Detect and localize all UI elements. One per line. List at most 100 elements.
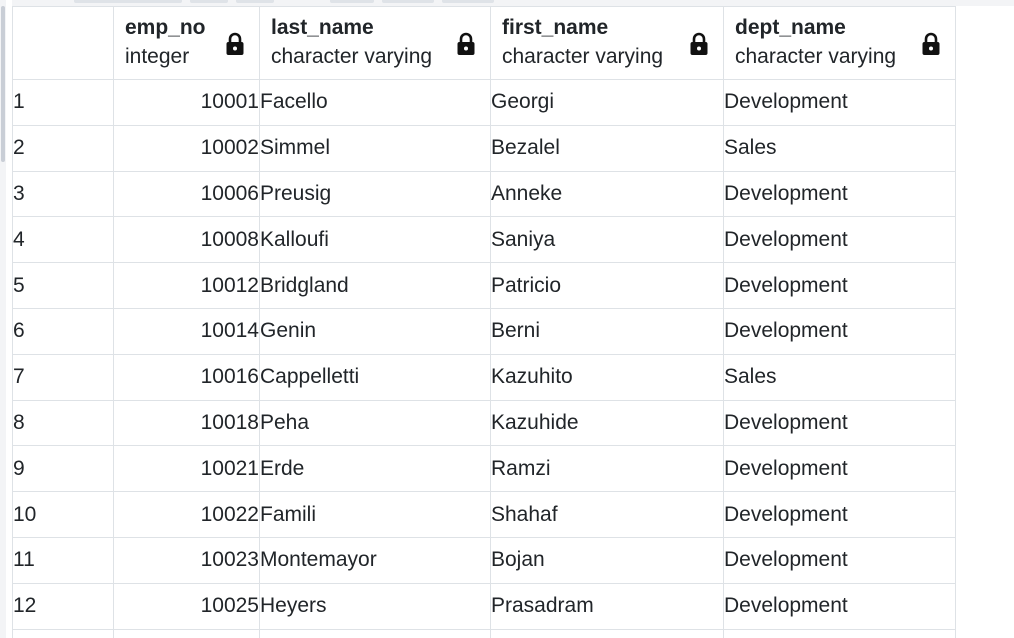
column-type: character varying	[502, 45, 664, 68]
cell-last-name[interactable]: Simmel	[259, 124, 491, 172]
cell-last-name[interactable]: Genin	[259, 307, 491, 355]
toolbar-segment[interactable]	[442, 0, 494, 3]
cell-last-name[interactable]: Heyers	[259, 582, 491, 630]
cell-dept-name[interactable]: Development	[723, 170, 956, 218]
table-row[interactable]: 8 10018 Peha Kazuhide Development	[12, 399, 956, 447]
cell-last-name[interactable]: Erde	[259, 445, 491, 493]
table-row-partial[interactable]	[12, 628, 956, 638]
cell-emp-no[interactable]: 10001	[113, 79, 260, 126]
row-number[interactable]: 1	[12, 79, 114, 126]
cell-first-name[interactable]: Kazuhito	[490, 353, 724, 401]
cell-dept-name[interactable]: Sales	[723, 353, 956, 401]
table-row[interactable]: 3 10006 Preusig Anneke Development	[12, 170, 956, 218]
cell-first-name[interactable]: Berni	[490, 307, 724, 355]
row-number[interactable]: 12	[12, 582, 114, 630]
cell-first-name[interactable]: Anneke	[490, 170, 724, 218]
row-number[interactable]: 2	[12, 124, 114, 172]
cell-dept-name[interactable]: Development	[723, 582, 956, 630]
cell-dept-name[interactable]: Development	[723, 536, 956, 584]
cell-last-name[interactable]: Bridgland	[259, 262, 491, 309]
cell-dept-name[interactable]	[723, 628, 956, 638]
cell-emp-no[interactable]: 10012	[113, 262, 260, 309]
column-header-last-name[interactable]: last_name character varying	[259, 6, 491, 80]
cell-emp-no[interactable]: 10002	[113, 124, 260, 172]
vertical-scrollbar[interactable]	[0, 0, 6, 638]
row-number[interactable]: 11	[12, 536, 114, 584]
cell-last-name[interactable]: Facello	[259, 79, 491, 126]
cell-emp-no[interactable]: 10016	[113, 353, 260, 401]
cell-dept-name[interactable]: Development	[723, 79, 956, 126]
column-header-dept-name[interactable]: dept_name character varying	[723, 6, 956, 80]
row-number[interactable]: 4	[12, 216, 114, 264]
header-row: emp_no integer last_name character varyi…	[12, 6, 956, 80]
cell-first-name[interactable]	[490, 628, 724, 638]
table-row[interactable]: 11 10023 Montemayor Bojan Development	[12, 536, 956, 584]
cell-emp-no[interactable]: 10006	[113, 170, 260, 218]
table-row[interactable]: 2 10002 Simmel Bezalel Sales	[12, 124, 956, 172]
cell-first-name[interactable]: Saniya	[490, 216, 724, 264]
row-number-header[interactable]	[12, 6, 114, 80]
row-number[interactable]: 7	[12, 353, 114, 401]
column-header-first-name[interactable]: first_name character varying	[490, 6, 724, 80]
cell-last-name[interactable]: Kalloufi	[259, 216, 491, 264]
cell-first-name[interactable]: Prasadram	[490, 582, 724, 630]
toolbar-segment[interactable]	[236, 0, 274, 3]
cell-first-name[interactable]: Shahaf	[490, 491, 724, 538]
cell-emp-no[interactable]: 10025	[113, 582, 260, 630]
cell-first-name[interactable]: Bezalel	[490, 124, 724, 172]
row-number[interactable]: 3	[12, 170, 114, 218]
column-type: integer	[125, 45, 190, 68]
cell-last-name[interactable]: Peha	[259, 399, 491, 447]
table-row[interactable]: 12 10025 Heyers Prasadram Development	[12, 582, 956, 630]
table-row[interactable]: 4 10008 Kalloufi Saniya Development	[12, 216, 956, 264]
cell-last-name[interactable]: Famili	[259, 491, 491, 538]
table-row[interactable]: 10 10022 Famili Shahaf Development	[12, 491, 956, 538]
row-number[interactable]: 10	[12, 491, 114, 538]
table-row[interactable]: 6 10014 Genin Berni Development	[12, 307, 956, 355]
cell-last-name[interactable]: Preusig	[259, 170, 491, 218]
lock-icon	[922, 32, 940, 55]
cell-emp-no[interactable]: 10022	[113, 491, 260, 538]
cell-emp-no[interactable]	[113, 628, 260, 638]
cell-first-name[interactable]: Patricio	[490, 262, 724, 309]
cell-emp-no[interactable]: 10014	[113, 307, 260, 355]
cell-last-name[interactable]: Cappelletti	[259, 353, 491, 401]
cell-dept-name[interactable]: Development	[723, 399, 956, 447]
cell-emp-no[interactable]: 10021	[113, 445, 260, 493]
column-name: first_name	[502, 16, 609, 39]
cell-first-name[interactable]: Georgi	[490, 79, 724, 126]
toolbar-segment[interactable]	[190, 0, 228, 3]
lock-icon	[457, 32, 475, 55]
column-name: dept_name	[735, 16, 846, 39]
table-row[interactable]: 7 10016 Cappelletti Kazuhito Sales	[12, 353, 956, 401]
cell-dept-name[interactable]: Development	[723, 307, 956, 355]
table-row[interactable]: 9 10021 Erde Ramzi Development	[12, 445, 956, 493]
cell-emp-no[interactable]: 10018	[113, 399, 260, 447]
row-number[interactable]: 8	[12, 399, 114, 447]
table-row[interactable]: 1 10001 Facello Georgi Development	[12, 79, 956, 126]
cell-emp-no[interactable]: 10023	[113, 536, 260, 584]
cell-first-name[interactable]: Bojan	[490, 536, 724, 584]
row-number[interactable]: 6	[12, 307, 114, 355]
column-type: character varying	[271, 45, 433, 68]
vertical-scrollbar-thumb[interactable]	[1, 6, 5, 162]
table-row[interactable]: 5 10012 Bridgland Patricio Development	[12, 262, 956, 309]
toolbar-segment[interactable]	[74, 0, 182, 3]
cell-emp-no[interactable]: 10008	[113, 216, 260, 264]
row-number[interactable]: 9	[12, 445, 114, 493]
cell-dept-name[interactable]: Development	[723, 262, 956, 309]
lock-icon	[226, 32, 244, 55]
cell-dept-name[interactable]: Development	[723, 491, 956, 538]
cell-dept-name[interactable]: Sales	[723, 124, 956, 172]
cell-dept-name[interactable]: Development	[723, 445, 956, 493]
row-number[interactable]	[12, 628, 114, 638]
row-number[interactable]: 5	[12, 262, 114, 309]
cell-first-name[interactable]: Ramzi	[490, 445, 724, 493]
cell-last-name[interactable]: Montemayor	[259, 536, 491, 584]
column-header-emp-no[interactable]: emp_no integer	[113, 6, 260, 80]
cell-last-name[interactable]	[259, 628, 491, 638]
cell-dept-name[interactable]: Development	[723, 216, 956, 264]
toolbar-segment[interactable]	[330, 0, 374, 3]
cell-first-name[interactable]: Kazuhide	[490, 399, 724, 447]
toolbar-segment[interactable]	[382, 0, 434, 3]
